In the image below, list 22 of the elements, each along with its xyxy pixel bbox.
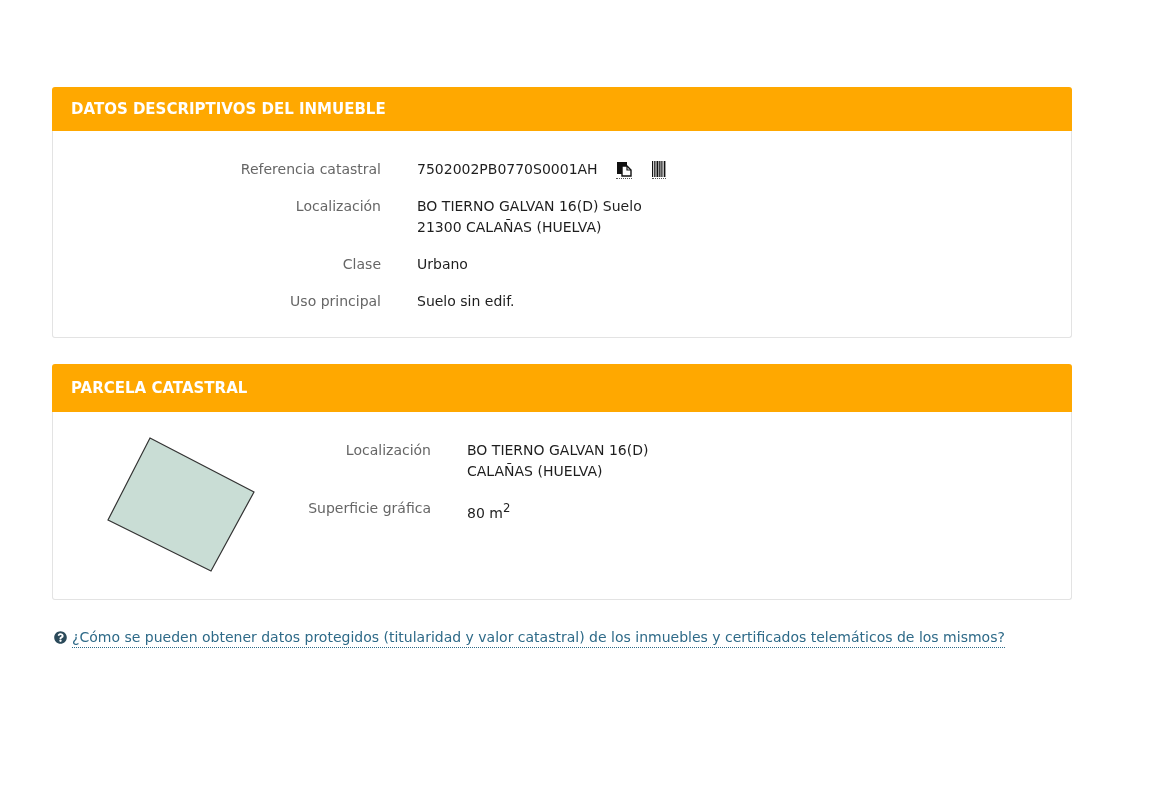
help-icon: [54, 631, 67, 644]
field-label: Uso principal: [289, 292, 381, 311]
field-label: Referencia catastral: [239, 160, 381, 179]
copy-icon: [615, 160, 632, 177]
field-label: Clase: [341, 255, 381, 274]
field-value: 7502002PB0770S0001AH: [417, 160, 598, 179]
section-header: DATOS DESCRIPTIVOS DEL INMUEBLE: [52, 87, 1072, 131]
field-value: 21300 CALAÑAS (HUELVA): [417, 218, 602, 237]
field-value: Urbano: [417, 255, 468, 274]
field-value: BO TIERNO GALVAN 16(D) Suelo: [417, 197, 642, 216]
field-label: Localización: [294, 197, 381, 216]
field-value: BO TIERNO GALVAN 16(D): [467, 441, 649, 460]
section-header: PARCELA CATASTRAL: [52, 364, 1072, 412]
help-link[interactable]: ¿Cómo se pueden obtener datos protegidos (titularidad y valor catastral) de los inmuebles y certificados telemáticos de los mismos?: [72, 627, 1005, 648]
copy-link[interactable]: [615, 160, 632, 179]
barcode-link[interactable]: [651, 160, 666, 179]
field-label: Superficie gráfica: [307, 499, 431, 518]
barcode-icon: [651, 160, 666, 177]
field-value: CALAÑAS (HUELVA): [467, 462, 603, 481]
field-value: 80 m$^{2}$: [467, 500, 511, 523]
field-value: Suelo sin edif.: [417, 292, 515, 311]
field-label: Localización: [344, 441, 431, 460]
